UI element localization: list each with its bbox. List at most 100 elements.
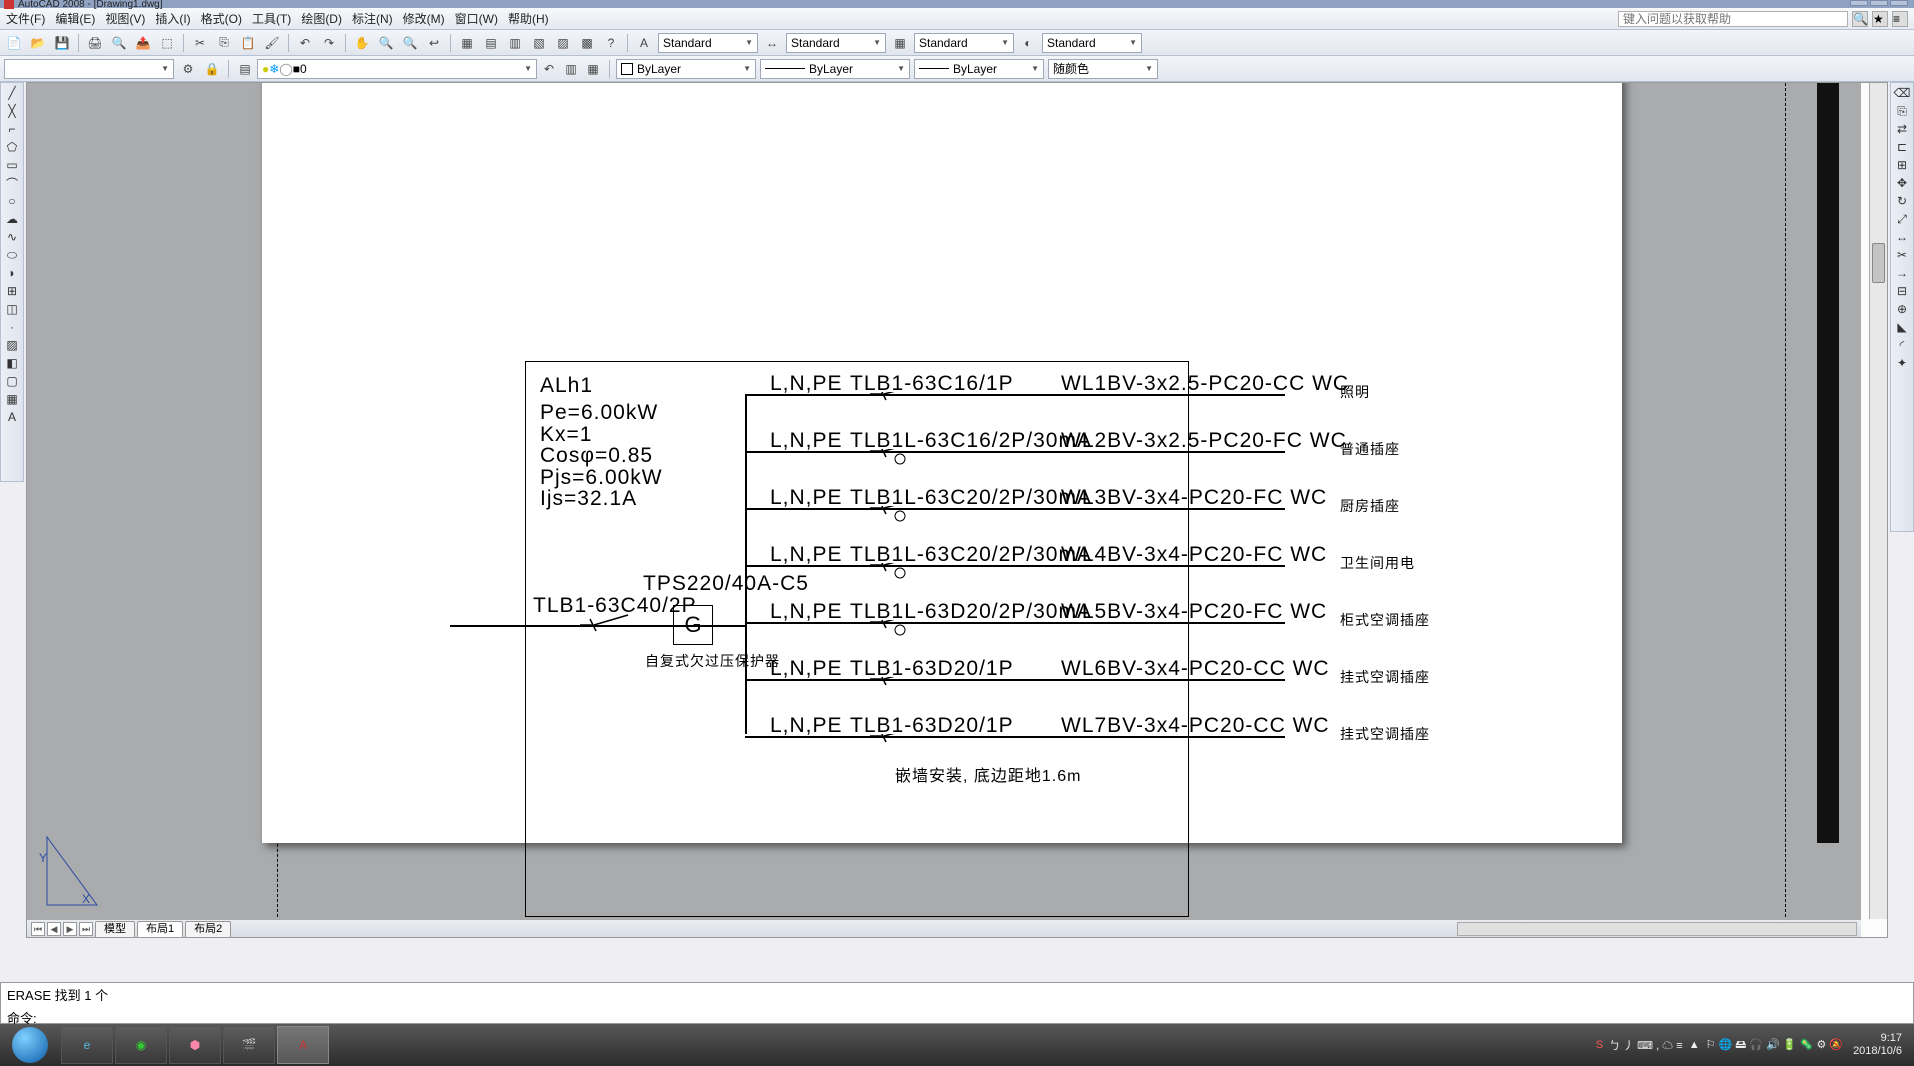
close-button[interactable]: [1890, 0, 1908, 6]
arc-button[interactable]: ⌒: [3, 175, 21, 191]
layout-tabs[interactable]: ⏮ ◀ ▶ ⏭ 模型 布局1 布局2: [27, 919, 1861, 937]
polygon-button[interactable]: ⬠: [3, 139, 21, 155]
explode-button[interactable]: ✦: [1893, 355, 1911, 371]
dimstyle-select[interactable]: Standard▼: [786, 33, 886, 53]
qcalc-button[interactable]: ▩: [577, 33, 597, 53]
tab-layout2[interactable]: 布局2: [185, 921, 231, 937]
rotate-button[interactable]: ↻: [1893, 193, 1911, 209]
plotstyle-select[interactable]: 随颜色▼: [1048, 59, 1158, 79]
task-app2[interactable]: 🎬: [223, 1026, 275, 1064]
menu-dim[interactable]: 标注(N): [352, 10, 393, 27]
insert-button[interactable]: ⊞: [3, 283, 21, 299]
menu-draw[interactable]: 绘图(D): [301, 10, 342, 27]
pline-button[interactable]: ⌐: [3, 121, 21, 137]
menu-modify[interactable]: 修改(M): [403, 10, 445, 27]
erase-button[interactable]: ⌫: [1893, 85, 1911, 101]
help-search-icon[interactable]: 🔍: [1852, 11, 1868, 27]
minimize-button[interactable]: [1850, 0, 1868, 6]
xline-button[interactable]: ╳: [3, 103, 21, 119]
offset-button[interactable]: ⊏: [1893, 139, 1911, 155]
mirror-button[interactable]: ⇄: [1893, 121, 1911, 137]
toolbar-modify[interactable]: ⌫ ⎘ ⇄ ⊏ ⊞ ✥ ↻ ⤢ ↔ ✂ → ⊟ ⊕ ◣ ◜ ✦: [1890, 82, 1914, 532]
menu-edit[interactable]: 编辑(E): [55, 10, 95, 27]
zoom-rt-button[interactable]: 🔍: [376, 33, 396, 53]
open-button[interactable]: 📂: [28, 33, 48, 53]
line-button[interactable]: ╱: [3, 85, 21, 101]
tablestyle-icon[interactable]: ▦: [890, 33, 910, 53]
dimstyle-icon[interactable]: ↔: [762, 33, 782, 53]
help-star-icon[interactable]: ★: [1872, 11, 1888, 27]
plot-button[interactable]: 🖨: [85, 33, 105, 53]
redo-button[interactable]: ↷: [319, 33, 339, 53]
match-button[interactable]: 🖌: [262, 33, 282, 53]
dc-button[interactable]: ▤: [481, 33, 501, 53]
menubar[interactable]: 文件(F) 编辑(E) 视图(V) 插入(I) 格式(O) 工具(T) 绘图(D…: [0, 8, 1914, 30]
layer-state-button[interactable]: ▥: [561, 59, 581, 79]
mleader-select[interactable]: Standard▼: [1042, 33, 1142, 53]
textstyle-icon[interactable]: A: [634, 33, 654, 53]
system-tray[interactable]: S ㄅ 丿 ⌨ , ☁ ≡ ▲ ⚐ 🌐 🖴 🎧 🔊 🔋 🦠 ⚙ 🔕 9:17 2…: [1588, 1032, 1914, 1058]
command-area[interactable]: ERASE 找到 1 个 命令:: [0, 982, 1914, 1024]
table-button[interactable]: ▦: [3, 391, 21, 407]
extend-button[interactable]: →: [1893, 265, 1911, 281]
horizontal-scrollbar[interactable]: [1457, 922, 1857, 936]
color-select[interactable]: ByLayer▼: [616, 59, 756, 79]
tab-model[interactable]: 模型: [95, 921, 135, 937]
maximize-button[interactable]: [1870, 0, 1888, 6]
props-button[interactable]: ▦: [457, 33, 477, 53]
task-wechat[interactable]: ◉: [115, 1026, 167, 1064]
ellipsearc-button[interactable]: ◗: [3, 265, 21, 281]
menu-insert[interactable]: 插入(I): [155, 10, 190, 27]
break-button[interactable]: ⊟: [1893, 283, 1911, 299]
layer-select[interactable]: ●❄◯■ 0▼: [257, 59, 537, 79]
tray-sogou-icon[interactable]: S: [1596, 1039, 1603, 1051]
windows-taskbar[interactable]: e ◉ ⬢ 🎬 A S ㄅ 丿 ⌨ , ☁ ≡ ▲ ⚐ 🌐 🖴 🎧 🔊 🔋 🦠 …: [0, 1024, 1914, 1066]
layer-iso-button[interactable]: ▦: [583, 59, 603, 79]
menu-window[interactable]: 窗口(W): [455, 10, 498, 27]
help-comm-icon[interactable]: ≡: [1892, 11, 1908, 27]
layer-manager-button[interactable]: ▤: [235, 59, 255, 79]
scroll-thumb[interactable]: [1872, 243, 1885, 283]
mtext-button[interactable]: A: [3, 409, 21, 425]
zoom-win-button[interactable]: 🔍: [400, 33, 420, 53]
tab-next[interactable]: ▶: [63, 922, 77, 936]
copy-button[interactable]: ⎘: [214, 33, 234, 53]
pan-button[interactable]: ✋: [352, 33, 372, 53]
ssm-button[interactable]: ▧: [529, 33, 549, 53]
stretch-button[interactable]: ↔: [1893, 229, 1911, 245]
linetype-select[interactable]: ByLayer▼: [760, 59, 910, 79]
vertical-scrollbar[interactable]: [1869, 83, 1887, 919]
menu-file[interactable]: 文件(F): [6, 10, 45, 27]
point-button[interactable]: ·: [3, 319, 21, 335]
tray-lang[interactable]: ㄅ 丿 ⌨ , ☁ ≡: [1609, 1037, 1683, 1053]
tray-up-icon[interactable]: ▲: [1689, 1039, 1700, 1051]
task-ie[interactable]: e: [61, 1026, 113, 1064]
help-button[interactable]: ?: [601, 33, 621, 53]
fillet-button[interactable]: ◜: [1893, 337, 1911, 353]
ws-settings-button[interactable]: ⚙: [178, 59, 198, 79]
ellipse-button[interactable]: ⬭: [3, 247, 21, 263]
help-input[interactable]: [1618, 11, 1848, 27]
textstyle-select[interactable]: Standard▼: [658, 33, 758, 53]
trim-button[interactable]: ✂: [1893, 247, 1911, 263]
circle-button[interactable]: ○: [3, 193, 21, 209]
markup-button[interactable]: ▨: [553, 33, 573, 53]
new-button[interactable]: 📄: [4, 33, 24, 53]
menu-view[interactable]: 视图(V): [105, 10, 145, 27]
tab-prev[interactable]: ◀: [47, 922, 61, 936]
mleader-icon[interactable]: ◐: [1018, 33, 1038, 53]
join-button[interactable]: ⊕: [1893, 301, 1911, 317]
paper-space[interactable]: X Y ALh1 Pe=6.00kW Kx=1 Cosφ=0.85 Pjs=6.…: [27, 83, 1861, 937]
gradient-button[interactable]: ◧: [3, 355, 21, 371]
tp-button[interactable]: ▥: [505, 33, 525, 53]
publish-button[interactable]: 📤: [133, 33, 153, 53]
cut-button[interactable]: ✂: [190, 33, 210, 53]
window-controls[interactable]: [1850, 0, 1908, 6]
spline-button[interactable]: ∿: [3, 229, 21, 245]
revcloud-button[interactable]: ☁: [3, 211, 21, 227]
clock[interactable]: 9:17 2018/10/6: [1849, 1032, 1906, 1058]
viewport[interactable]: X Y ALh1 Pe=6.00kW Kx=1 Cosφ=0.85 Pjs=6.…: [26, 82, 1888, 938]
undo-button[interactable]: ↶: [295, 33, 315, 53]
start-button[interactable]: [0, 1025, 60, 1065]
layer-prev-button[interactable]: ↶: [539, 59, 559, 79]
